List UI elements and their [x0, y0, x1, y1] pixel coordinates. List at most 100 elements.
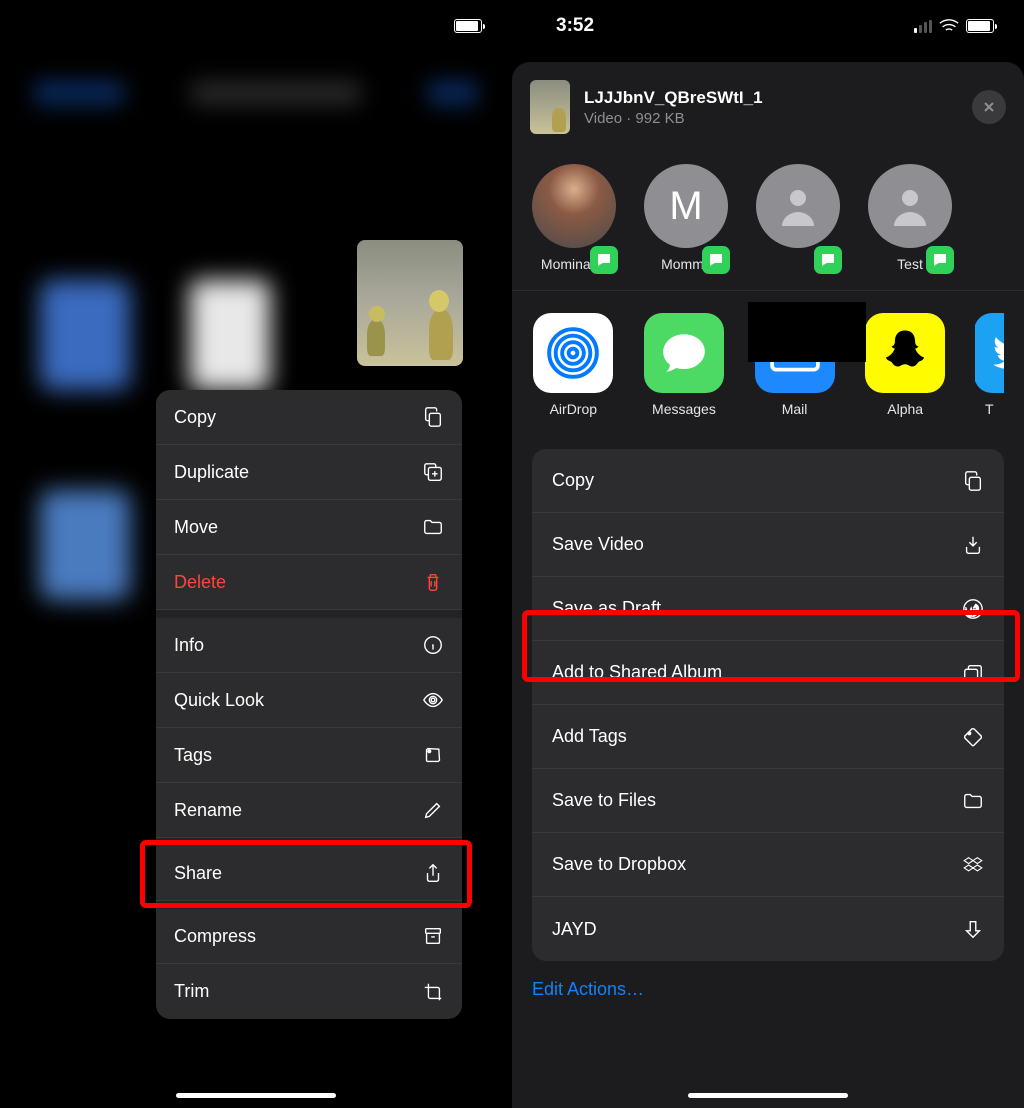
twitter-icon [975, 313, 1005, 393]
right-screenshot: 3:52 LJJJbnV_QBreSWtI_1 Video · 992 KB [512, 0, 1024, 1108]
app-messages[interactable]: Messages [643, 313, 726, 417]
menu-copy[interactable]: Copy [156, 390, 462, 445]
info-icon [422, 634, 444, 656]
menu-label: Duplicate [174, 462, 249, 483]
avatar [532, 164, 616, 248]
action-label: Add to Shared Album [552, 662, 722, 683]
duplicate-icon [422, 461, 444, 483]
contact-redacted[interactable] [756, 164, 840, 272]
close-button[interactable] [972, 90, 1006, 124]
archive-icon [422, 925, 444, 947]
messages-badge-icon [590, 246, 618, 274]
menu-info[interactable]: Info [156, 618, 462, 673]
dropbox-icon [962, 854, 984, 876]
app-label: AirDrop [550, 401, 597, 417]
download-box-icon [962, 534, 984, 556]
status-icons [914, 15, 994, 37]
status-time: 3:52 [556, 15, 594, 37]
messages-badge-icon [702, 246, 730, 274]
menu-label: Rename [174, 800, 242, 821]
share-file-thumbnail [530, 80, 570, 134]
menu-separator [156, 901, 462, 909]
menu-compress[interactable]: Compress [156, 909, 462, 964]
menu-label: Info [174, 635, 204, 656]
share-header: LJJJbnV_QBreSWtI_1 Video · 992 KB [512, 80, 1024, 148]
contact-test[interactable]: Test [868, 164, 952, 272]
action-label: Copy [552, 470, 594, 491]
action-add-tags[interactable]: Add Tags [532, 705, 1004, 769]
wordpress-icon [962, 598, 984, 620]
share-file-info: LJJJbnV_QBreSWtI_1 Video · 992 KB [584, 88, 958, 127]
action-save-draft[interactable]: Save as Draft [532, 577, 1004, 641]
action-label: JAYD [552, 919, 597, 940]
copy-icon [962, 470, 984, 492]
app-airdrop[interactable]: AirDrop [532, 313, 615, 417]
home-indicator[interactable] [688, 1093, 848, 1098]
actions-list: Copy Save Video Save as Draft Add to Sha… [532, 449, 1004, 961]
close-icon [981, 99, 997, 115]
action-label: Save as Draft [552, 598, 661, 619]
person-icon [774, 182, 822, 230]
menu-trim[interactable]: Trim [156, 964, 462, 1019]
action-label: Add Tags [552, 726, 627, 747]
avatar [868, 164, 952, 248]
menu-tags[interactable]: Tags [156, 728, 462, 783]
share-file-subtitle: Video · 992 KB [584, 110, 958, 127]
contacts-row: Mominator M Mommy [512, 148, 1024, 291]
status-bar: 3:52 [512, 0, 1024, 52]
person-icon [886, 182, 934, 230]
menu-label: Copy [174, 407, 216, 428]
action-label: Save Video [552, 534, 644, 555]
battery-icon [454, 19, 482, 33]
share-icon [422, 862, 444, 884]
context-menu: Copy Duplicate Move Delete Info Quick Lo… [156, 390, 462, 1019]
video-thumbnail[interactable] [357, 240, 463, 366]
edit-actions-link[interactable]: Edit Actions… [512, 961, 1024, 1000]
contact-mommy[interactable]: M Mommy [644, 164, 728, 272]
avatar [756, 164, 840, 248]
battery-icon [966, 19, 994, 33]
action-shared-album[interactable]: Add to Shared Album [532, 641, 1004, 705]
signal-icon [914, 20, 932, 33]
app-label: Alpha [887, 401, 923, 417]
action-label: Save to Dropbox [552, 854, 686, 875]
menu-share[interactable]: Share [156, 846, 462, 901]
app-label: Mail [782, 401, 808, 417]
menu-separator [156, 610, 462, 618]
app-twitter[interactable]: T [975, 313, 1005, 417]
menu-delete[interactable]: Delete [156, 555, 462, 610]
snapchat-icon [865, 313, 945, 393]
menu-label: Trim [174, 981, 209, 1002]
avatar: M [644, 164, 728, 248]
messages-icon [644, 313, 724, 393]
menu-label: Tags [174, 745, 212, 766]
menu-rename[interactable]: Rename [156, 783, 462, 838]
folder-icon [422, 516, 444, 538]
redaction-box [748, 302, 866, 362]
app-label: Messages [652, 401, 716, 417]
action-save-video[interactable]: Save Video [532, 513, 1004, 577]
action-copy[interactable]: Copy [532, 449, 1004, 513]
home-indicator[interactable] [176, 1093, 336, 1098]
share-sheet: LJJJbnV_QBreSWtI_1 Video · 992 KB Momina… [512, 62, 1024, 1108]
menu-label: Quick Look [174, 690, 264, 711]
action-jayd[interactable]: JAYD [532, 897, 1004, 961]
action-save-files[interactable]: Save to Files [532, 769, 1004, 833]
menu-quick-look[interactable]: Quick Look [156, 673, 462, 728]
menu-move[interactable]: Move [156, 500, 462, 555]
action-label: Save to Files [552, 790, 656, 811]
menu-label: Move [174, 517, 218, 538]
menu-label: Delete [174, 572, 226, 593]
download-icon [962, 918, 984, 940]
copy-icon [422, 406, 444, 428]
app-alpha[interactable]: Alpha [864, 313, 947, 417]
app-label: T [985, 401, 994, 417]
eye-icon [422, 689, 444, 711]
crop-icon [422, 981, 444, 1003]
menu-duplicate[interactable]: Duplicate [156, 445, 462, 500]
folder-icon [962, 790, 984, 812]
left-screenshot: 3:51 Copy Duplicate Move [0, 0, 512, 1108]
contact-mominator[interactable]: Mominator [532, 164, 616, 272]
menu-label: Compress [174, 926, 256, 947]
action-save-dropbox[interactable]: Save to Dropbox [532, 833, 1004, 897]
